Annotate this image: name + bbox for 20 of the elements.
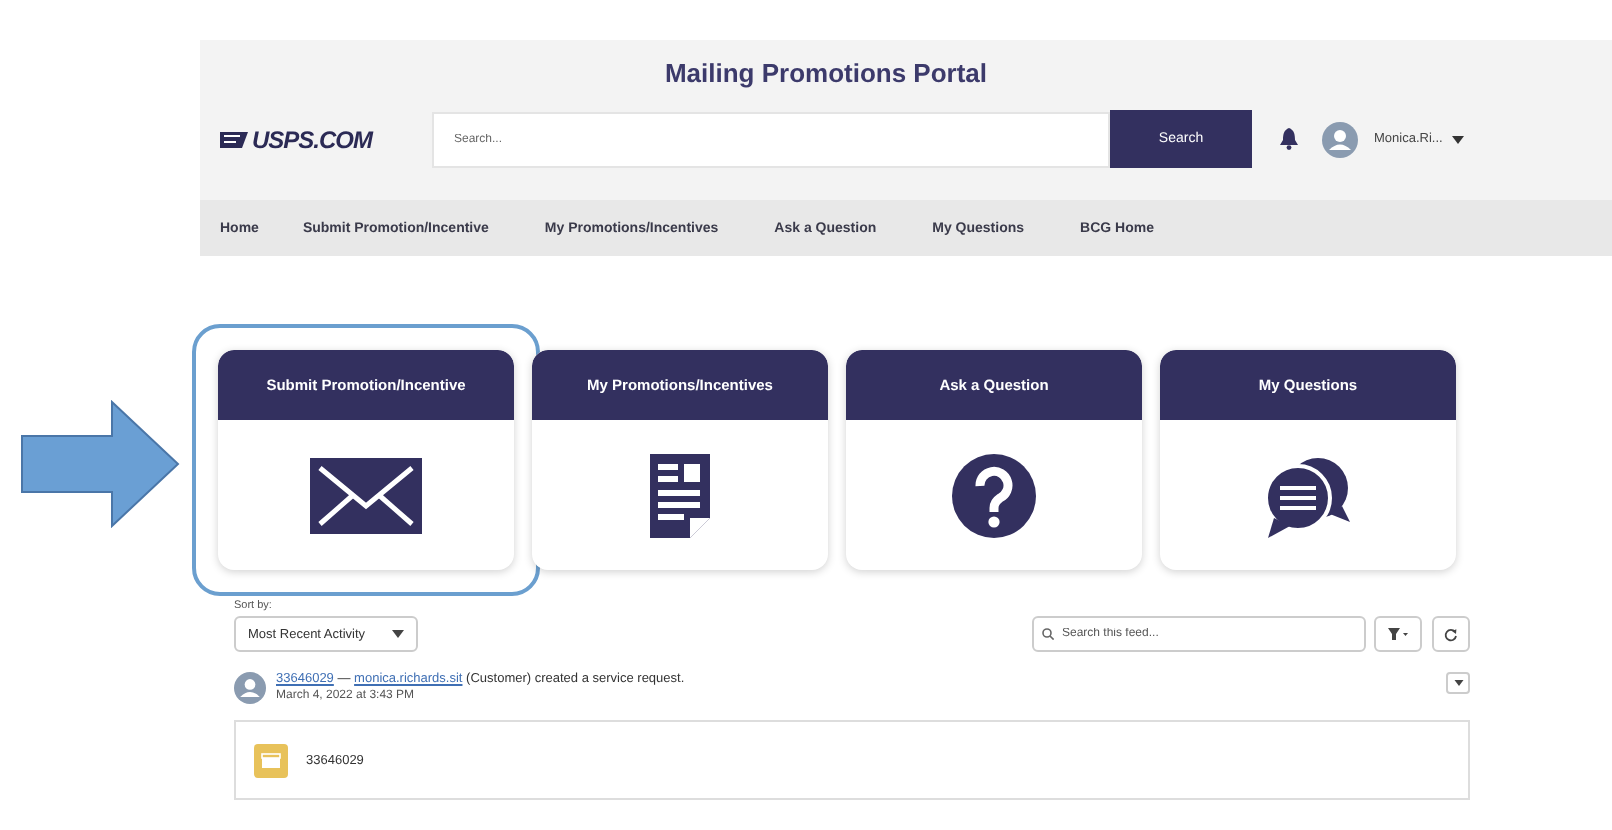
caret-icon [1453, 680, 1463, 686]
pointer-arrow-icon [20, 400, 180, 528]
portal-title: Mailing Promotions Portal [662, 56, 990, 88]
post-menu-button[interactable] [1446, 672, 1470, 694]
avatar-icon [234, 672, 266, 704]
question-icon [952, 453, 1036, 537]
filter-button[interactable] [1374, 616, 1422, 652]
case-icon [254, 743, 288, 777]
caret-icon [392, 630, 404, 638]
filter-icon [1388, 628, 1408, 640]
refresh-button[interactable] [1432, 616, 1470, 652]
eagle-logo-icon [220, 131, 248, 147]
refresh-icon [1444, 627, 1458, 641]
envelope-icon [310, 457, 422, 533]
chat-icon [1262, 453, 1354, 537]
logo-text: USPS.COM [252, 125, 373, 153]
avatar-icon[interactable] [1322, 121, 1358, 157]
bell-icon[interactable] [1280, 128, 1298, 150]
caret-icon[interactable] [1452, 135, 1465, 143]
document-icon [650, 453, 710, 537]
